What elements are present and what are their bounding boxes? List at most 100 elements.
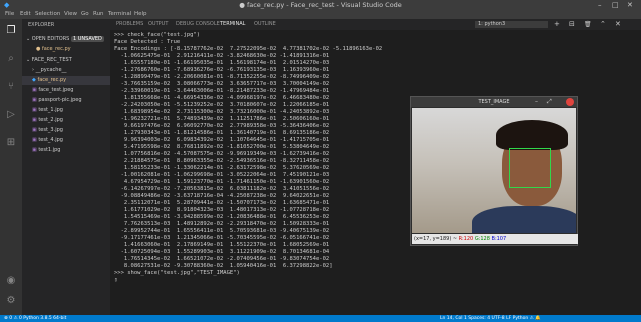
image-window[interactable]: TEST_IMAGE – ⤢ (x=17, y=189) ~ R:120 G:1…: [410, 96, 578, 246]
close-panel-button[interactable]: ✕: [615, 19, 621, 30]
menu-view[interactable]: View: [64, 10, 77, 19]
maximize-button[interactable]: □: [612, 0, 619, 10]
terminal-line: 1.81355668e-01 -4.66954336e-02 -4.099681…: [114, 95, 330, 101]
terminal-select[interactable]: 1: python3: [475, 21, 548, 28]
file-item[interactable]: ▣ passport-pic.jpeg: [22, 96, 120, 105]
menu-selection[interactable]: Selection: [35, 10, 60, 19]
file-item[interactable]: ◆ face_rec.py: [22, 76, 120, 85]
split-terminal-button[interactable]: ⊟: [569, 19, 575, 30]
menu-help[interactable]: Help: [134, 10, 147, 19]
terminal-line: Face Detected : True: [114, 39, 181, 45]
close-icon[interactable]: [566, 98, 574, 106]
menu-run[interactable]: Run: [93, 10, 104, 19]
terminal-line: >>> show_face("test.jpg","TEST_IMAGE"): [114, 270, 240, 276]
pixel-green: G:128: [474, 236, 490, 242]
folder-section[interactable]: ⌄ FACE_REC_TEST: [22, 56, 114, 65]
terminal-line: 1.61771029e-02 8.91804323e-03 1.48017313…: [114, 207, 330, 213]
terminal-line: 1.07756816e-02 -4.57087575e-02 -9.969193…: [114, 151, 330, 157]
status-bar: ⊗ 0 ⚠ 0 Python 3.8.5 64-bit Ln 14, Col 1…: [0, 315, 641, 322]
extensions-icon[interactable]: ⊞: [5, 137, 17, 149]
terminal-line: 1.54515469e-01 -3.94288599e-02 -1.208364…: [114, 214, 330, 220]
search-icon[interactable]: ⌕: [5, 53, 17, 65]
files-icon[interactable]: ❐: [5, 25, 17, 37]
terminal-line: 1.41663060e-01 2.17869149e-01 1.55122370…: [114, 242, 330, 248]
menu-edit[interactable]: Edit: [20, 10, 31, 19]
terminal-line: 8.08627531e-02 -9.30788360e-02 1.0594041…: [114, 263, 333, 269]
photo-shirt: [472, 206, 576, 233]
terminal-line: 9.96394003e-02 6.09834392e-02 1.10764645…: [114, 137, 330, 143]
file-item-label: passport-pic.jpeg: [38, 97, 82, 103]
file-item[interactable]: ▣ test_1.jpg: [22, 106, 120, 115]
tab-output[interactable]: OUTPUT: [148, 19, 168, 30]
menu-file[interactable]: File: [5, 10, 14, 19]
pixel-red: R:120: [458, 236, 474, 242]
terminal-line: 5.47195598e-02 8.76811892e-02 -1.8105270…: [114, 144, 330, 150]
terminal-line: -9.08849486e-02 -3.63718716e-04 -4.25087…: [114, 193, 330, 199]
tab-problems[interactable]: PROBLEMS: [116, 19, 143, 30]
open-editors-section[interactable]: ⌄ OPEN EDITORS 1 UNSAVED: [22, 35, 114, 44]
terminal-line: -9.17177461e-03 1.21345066e-01 -5.703455…: [114, 235, 330, 241]
terminal-line: 4.67954729e-01 1.59123770e-01 -1.7146115…: [114, 179, 330, 185]
folder-label: FACE_REC_TEST: [31, 57, 72, 63]
file-item-label: face_test.jpeg: [38, 87, 74, 93]
trash-icon[interactable]: 🗑: [584, 19, 592, 30]
terminal-line: -2.33960019e-01 -3.64463006e-01 -8.21487…: [114, 88, 330, 94]
menu-go[interactable]: Go: [81, 10, 89, 19]
terminal-line: -1.28899479e-01 -2.20660081e-01 -8.71352…: [114, 74, 330, 80]
pixel-status: (x=17, y=189) ~ R:120 G:128 B:107: [412, 234, 578, 244]
minimize-button[interactable]: –: [598, 0, 602, 10]
terminal-line: Face Encodings : [-8.15787762e-02 7.2752…: [114, 46, 383, 52]
terminal-line: 1.68398954e-02 2.73115300e-02 3.73216000…: [114, 109, 330, 115]
status-right[interactable]: Ln 14, Col 1 Spaces: 4 UTF-8 LF Python ⚠…: [440, 315, 541, 322]
new-terminal-button[interactable]: +: [554, 19, 560, 30]
terminal-line: -1.96232721e-01 5.74893439e-02 1.1125178…: [114, 116, 330, 122]
file-item-label: test1.jpg: [38, 147, 61, 153]
settings-icon[interactable]: ⚙: [5, 295, 17, 307]
file-item-label: face_rec.py: [37, 77, 67, 83]
explorer-header: EXPLORER: [28, 22, 55, 28]
terminal-line: 7.76263513e-03 1.48912892e-02 -2.2931847…: [114, 221, 330, 227]
activity-bar: ❐ ⌕ ⑂ ▷ ⊞ ◉ ⚙: [0, 19, 22, 315]
terminal-line: -1.60725094e-03 1.55289903e-01 3.1122190…: [114, 249, 330, 255]
file-item[interactable]: ▣ test_2.jpg: [22, 116, 120, 125]
terminal-line: -2.89952744e-01 1.65556411e-01 5.7059368…: [114, 228, 330, 234]
file-item[interactable]: ▣ test_3.jpg: [22, 126, 120, 135]
file-item-label: test_4.jpg: [38, 137, 63, 143]
account-icon[interactable]: ◉: [5, 275, 17, 287]
terminal-line: 1.58155233e-01 -1.33062214e-01 -2.631725…: [114, 165, 330, 171]
minimize-icon[interactable]: –: [535, 97, 538, 107]
window-title: ● face_rec.py - Face_rec_test - Visual S…: [239, 1, 402, 9]
terminal-line: -1.00162081e-01 -1.06299698e-01 -3.05222…: [114, 172, 330, 178]
terminal-line: 2.35112071e-01 5.28709441e-02 -1.5070717…: [114, 200, 330, 206]
terminal-line: 1.65557180e-01 -1.66195035e-01 1.5619817…: [114, 60, 330, 66]
file-item[interactable]: ▣ test_4.jpg: [22, 136, 120, 145]
terminal-line: -1.06625475e-01 2.91216411e-02 -3.824686…: [114, 53, 330, 59]
run-debug-icon[interactable]: ▷: [5, 109, 17, 121]
terminal-line: -3.76635159e-02 3.08066773e-02 3.6365771…: [114, 81, 330, 87]
terminal-line: -6.14267997e-02 -7.20563815e-02 6.038111…: [114, 186, 330, 192]
file-item[interactable]: ▣ face_test.jpeg: [22, 86, 120, 95]
pixel-blue: B:107: [491, 236, 507, 242]
terminal-line: >>> check_face("test.jpg"): [114, 32, 201, 38]
tab-debug-console[interactable]: DEBUG CONSOLE: [176, 19, 220, 30]
tab-outline[interactable]: OUTLINE: [254, 19, 276, 30]
panel-tab-bar: PROBLEMS OUTPUT DEBUG CONSOLE TERMINAL O…: [110, 19, 641, 31]
folder-item-label: __pycache__: [35, 67, 67, 73]
terminal-line: 2.21884575e-01 8.80963355e-02 -2.5493651…: [114, 158, 330, 164]
status-left[interactable]: ⊗ 0 ⚠ 0 Python 3.8.5 64-bit: [4, 315, 66, 322]
source-control-icon[interactable]: ⑂: [5, 81, 17, 93]
restore-icon[interactable]: ⤢: [547, 97, 552, 107]
terminal-line: ▯: [114, 277, 118, 283]
face-detection-box: [509, 148, 551, 188]
close-window-button[interactable]: ✕: [627, 0, 633, 10]
terminal-line: 1.76514345e-02 1.66521072e-02 -2.0740945…: [114, 256, 330, 262]
image-window-title: TEST_IMAGE: [411, 97, 577, 107]
terminal-line: 9.66197476e-02 6.96092770e-02 2.77989358…: [114, 123, 330, 129]
maximize-panel-button[interactable]: ⌃: [600, 19, 606, 30]
open-editor-item[interactable]: ● face_rec.py: [22, 45, 124, 54]
folder-item-pycache[interactable]: › __pycache__: [22, 66, 120, 75]
file-item[interactable]: ▣ test1.jpg: [22, 146, 120, 155]
unsaved-badge: 1 UNSAVED: [70, 36, 104, 42]
photo-hair: [496, 120, 568, 150]
menu-terminal[interactable]: Terminal: [108, 10, 131, 19]
